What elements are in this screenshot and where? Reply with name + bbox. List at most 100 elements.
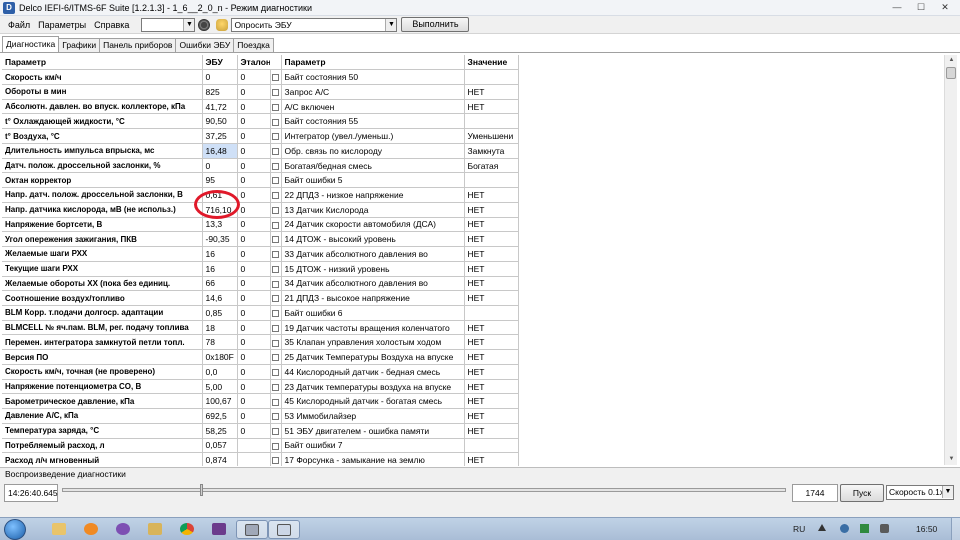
taskbar-app-explorer[interactable] <box>44 520 76 539</box>
table-row[interactable]: Длительность импульса впрыска, мс 16,48 0 <box>2 143 271 159</box>
start-button[interactable]: Пуск <box>840 484 884 502</box>
table-row[interactable]: t° Воздуха, °C 37,25 0 <box>2 128 271 144</box>
row-expander[interactable] <box>270 305 282 321</box>
connect-icon[interactable] <box>198 18 211 31</box>
port-dropdown[interactable]: ▼ <box>141 17 196 32</box>
table-row[interactable]: 35 Клапан управления холостым ходом НЕТ <box>270 334 519 351</box>
table-row[interactable]: Угол опережения зажигания, ПКВ -90,35 0 <box>2 231 271 248</box>
table-row[interactable]: Версия ПО 0x180F 0 <box>2 349 271 365</box>
table-row[interactable]: 45 Кислородный датчик - богатая смесь НЕТ <box>270 393 519 410</box>
table-row[interactable]: 17 Форсунка - замыкание на землю НЕТ <box>270 452 519 466</box>
tray-expand-icon[interactable] <box>818 524 826 531</box>
column-header-reference[interactable]: Эталон <box>237 55 271 71</box>
table-row[interactable]: Соотношение воздух/топливо 14,6 0 <box>2 290 271 306</box>
table-row[interactable]: t° Охлаждающей жидкости, °C 90,50 0 <box>2 113 271 130</box>
table-row[interactable]: 22 ДПДЗ - низкое напряжение НЕТ <box>270 187 519 203</box>
bulb-icon[interactable] <box>216 18 229 31</box>
table-row[interactable]: Скорость км/ч, точная (не проверено) 0,0 0 <box>2 364 271 380</box>
table-row[interactable]: 21 ДПДЗ - высокое напряжение НЕТ <box>270 290 519 306</box>
table-row[interactable]: 44 Кислородный датчик - бедная смесь НЕТ <box>270 364 519 380</box>
table-row[interactable]: Запрос А/С НЕТ <box>270 84 519 100</box>
row-expander[interactable] <box>270 452 282 466</box>
scroll-down-icon[interactable]: ▼ <box>945 454 958 465</box>
table-row[interactable]: 24 Датчик скорости автомобиля (ДСА) НЕТ <box>270 217 519 233</box>
vertical-scrollbar[interactable]: ▲ ▼ <box>944 55 957 465</box>
tab-trip[interactable]: Поездка <box>233 38 274 52</box>
table-row[interactable]: Потребляемый расход, л 0,057 <box>2 438 271 454</box>
column-header-ecu[interactable]: ЭБУ <box>202 55 238 71</box>
row-expander[interactable] <box>270 158 282 174</box>
table-row[interactable]: Обр. связь по кислороду Замкнута <box>270 143 519 159</box>
table-row[interactable]: Давление А/С, кПа 692,5 0 <box>2 408 271 424</box>
network-icon[interactable] <box>840 524 849 533</box>
row-expander[interactable] <box>270 379 282 395</box>
table-row[interactable]: Напряжение потенциометра CO, В 5,00 0 <box>2 379 271 395</box>
taskbar-app-media[interactable] <box>76 520 108 539</box>
scroll-up-icon[interactable]: ▲ <box>945 55 958 66</box>
table-row[interactable]: 34 Датчик абсолютного давления во НЕТ <box>270 276 519 292</box>
run-button[interactable]: Выполнить <box>401 17 470 32</box>
battery-icon[interactable] <box>860 524 869 533</box>
taskbar-app-explorer-2[interactable] <box>140 520 172 539</box>
table-row[interactable]: Байт состояния 55 <box>270 113 519 130</box>
language-indicator[interactable]: RU <box>793 524 805 534</box>
table-row[interactable]: BLM Корр. т.подачи долгоср. адаптации 0,8… <box>2 305 271 321</box>
tab-dashboard[interactable]: Панель приборов <box>99 38 177 52</box>
minimize-button[interactable]: — <box>886 1 908 14</box>
table-row[interactable]: Текущие шаги РХХ 16 0 <box>2 261 271 277</box>
row-expander[interactable] <box>270 393 282 410</box>
row-expander[interactable] <box>270 290 282 306</box>
tab-diagnostics[interactable]: Диагностика <box>2 36 60 52</box>
table-row[interactable]: Напряжение бортсети, В 13,3 0 <box>2 217 271 233</box>
column-header-parameter[interactable]: Параметр <box>2 55 203 71</box>
table-row[interactable]: Абсолютн. давлен. во впуск. коллекторе, … <box>2 99 271 115</box>
table-row[interactable]: Октан корректор 95 0 <box>2 172 271 189</box>
table-row[interactable]: Желаемые обороты ХХ (пока без единиц. 66 0 <box>2 276 271 292</box>
row-expander[interactable] <box>270 408 282 424</box>
table-row[interactable]: Богатая/бедная смесь Богатая <box>270 158 519 174</box>
table-row[interactable]: Барометрическое давление, кПа 100,67 0 <box>2 393 271 410</box>
row-expander[interactable] <box>270 231 282 248</box>
maximize-button[interactable]: ☐ <box>910 1 932 14</box>
row-expander[interactable] <box>270 438 282 454</box>
table-row[interactable]: Желаемые шаги РХХ 16 0 <box>2 246 271 262</box>
row-expander[interactable] <box>270 320 282 336</box>
taskbar-app-winrar[interactable] <box>204 520 236 539</box>
table-row[interactable]: 23 Датчик температуры воздуха на впуске Н… <box>270 379 519 395</box>
taskbar-app-chrome[interactable] <box>172 520 204 539</box>
table-row[interactable]: Байт ошибки 6 <box>270 305 519 321</box>
table-row[interactable]: Скорость км/ч 0 0 <box>2 69 271 85</box>
row-expander[interactable] <box>270 246 282 262</box>
row-expander[interactable] <box>270 69 282 85</box>
row-expander[interactable] <box>270 187 282 203</box>
row-expander[interactable] <box>270 84 282 100</box>
playback-slider[interactable] <box>62 488 786 492</box>
column-header-parameter[interactable]: Параметр <box>281 55 465 71</box>
table-row[interactable]: 53 Иммобилайзер НЕТ <box>270 408 519 424</box>
row-expander[interactable] <box>270 276 282 292</box>
table-row[interactable]: Перемен. интегратора замкнутой петли топ… <box>2 334 271 351</box>
row-expander[interactable] <box>270 128 282 144</box>
table-row[interactable]: Байт ошибки 5 <box>270 172 519 189</box>
table-row[interactable]: BLMCELL № яч.пам. BLM, рег. подачу топли… <box>2 320 271 336</box>
row-expander[interactable] <box>270 217 282 233</box>
row-expander[interactable] <box>270 99 282 115</box>
volume-icon[interactable] <box>880 524 889 533</box>
table-row[interactable]: Интегратор (увел./уменьш.) Уменьшени <box>270 128 519 144</box>
action-dropdown[interactable]: Опросить ЭБУ ▼ <box>231 17 398 32</box>
menu-help[interactable]: Справка <box>90 20 133 30</box>
table-row[interactable]: 19 Датчик частоты вращения коленчатого НЕ… <box>270 320 519 336</box>
table-row[interactable]: 25 Датчик Температуры Воздуха на впуске Н… <box>270 349 519 365</box>
start-button-icon[interactable] <box>4 519 26 540</box>
row-expander[interactable] <box>270 423 282 439</box>
table-row[interactable]: Расход л/ч мгновенный 0,874 <box>2 452 271 466</box>
speed-dropdown[interactable]: Скорость 0.1x ▼ <box>886 485 954 500</box>
show-desktop-button[interactable] <box>951 518 960 540</box>
table-row[interactable]: А/С включен НЕТ <box>270 99 519 115</box>
taskbar-app-notepad[interactable] <box>268 520 300 539</box>
row-expander[interactable] <box>270 349 282 365</box>
table-row[interactable]: 15 ДТОЖ - низкий уровень НЕТ <box>270 261 519 277</box>
table-row[interactable]: 13 Датчик Кислорода НЕТ <box>270 202 519 218</box>
table-row[interactable]: 51 ЭБУ двигателем - ошибка памяти НЕТ <box>270 423 519 439</box>
row-expander[interactable] <box>270 172 282 189</box>
